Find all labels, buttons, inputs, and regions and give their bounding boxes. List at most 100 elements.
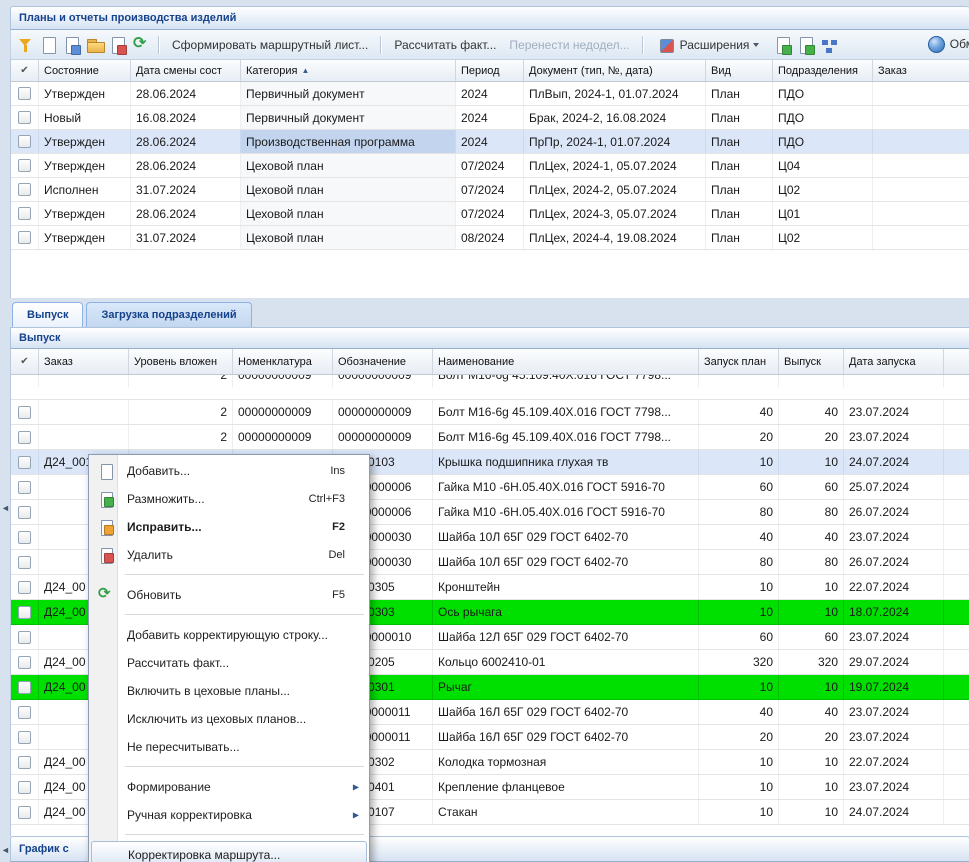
form-route-list-button[interactable]: Сформировать маршрутный лист... <box>167 38 373 52</box>
column-header-order[interactable]: Заказ <box>873 60 969 81</box>
menu-item[interactable]: Не пересчитывать... <box>91 733 367 761</box>
launch-date-cell: 24.07.2024 <box>844 800 944 824</box>
menu-item[interactable]: Исправить... F2 <box>91 513 367 541</box>
column-header-kind[interactable]: Вид <box>706 60 773 81</box>
menu-item[interactable]: Удалить Del <box>91 541 367 569</box>
checkbox[interactable] <box>18 581 31 594</box>
checkbox[interactable] <box>18 531 31 544</box>
checkbox[interactable] <box>18 87 31 100</box>
menu-item[interactable]: Исключить из цеховых планов... <box>91 705 367 733</box>
menu-item <box>91 829 367 841</box>
column-header-category[interactable]: Категория ▲ <box>241 60 456 81</box>
select-all-header[interactable]: ✔ <box>11 60 39 81</box>
collapse-left-icon[interactable]: ◄ <box>1 503 10 513</box>
menu-item-label: Формирование <box>127 780 337 794</box>
plan-row[interactable]: Новый 16.08.2024 Первичный документ 2024… <box>11 106 969 130</box>
plans-toolbar: Сформировать маршрутный лист... Рассчита… <box>10 30 969 60</box>
copy-doc-icon[interactable] <box>62 35 82 55</box>
checkbox[interactable] <box>18 506 31 519</box>
column-header-state[interactable]: Состояние <box>39 60 131 81</box>
menu-item[interactable]: Добавить корректирующую строку... <box>91 621 367 649</box>
calc-fact-button[interactable]: Рассчитать факт... <box>389 38 501 52</box>
checkbox[interactable] <box>18 183 31 196</box>
checkbox[interactable] <box>18 111 31 124</box>
checkbox[interactable] <box>18 159 31 172</box>
open-folder-icon[interactable] <box>85 35 105 55</box>
menu-item[interactable]: Ручная корректировка <box>91 801 367 829</box>
output-row[interactable]: 2 00000000009 00000000009 Болт М16-6g 45… <box>11 400 969 425</box>
checkbox[interactable] <box>18 706 31 719</box>
checkbox[interactable] <box>18 135 31 148</box>
output-row[interactable]: 2 00000000009 00000000009 Болт М16-6g 45… <box>11 425 969 450</box>
column-header-state-date[interactable]: Дата смены сост <box>131 60 241 81</box>
delete-doc-icon[interactable] <box>108 35 128 55</box>
checkbox[interactable] <box>18 556 31 569</box>
filler-cell <box>944 500 969 524</box>
menu-item[interactable]: Корректировка маршрута... <box>91 841 367 862</box>
state-cell: Новый <box>39 106 131 129</box>
column-header-name[interactable]: Наименование <box>433 349 699 374</box>
menu-item[interactable]: Рассчитать факт... <box>91 649 367 677</box>
select-all-header[interactable]: ✔ <box>11 349 39 374</box>
plan-qty-cell: 10 <box>699 750 779 774</box>
output-qty-cell: 10 <box>779 575 844 599</box>
plan-row[interactable]: Утвержден 28.06.2024 Производственная пр… <box>11 130 969 154</box>
tab-vypusk[interactable]: Выпуск <box>12 302 83 327</box>
checkbox[interactable] <box>18 631 31 644</box>
kind-cell: План <box>706 178 773 201</box>
filter-icon[interactable] <box>16 35 36 55</box>
checkbox[interactable] <box>18 456 31 469</box>
extensions-button[interactable]: Расширения <box>651 35 765 55</box>
category-cell: Цеховой план <box>241 154 456 177</box>
menu-item-label: Обновить <box>127 588 324 602</box>
refresh-icon[interactable] <box>131 35 151 55</box>
menu-item[interactable]: Обновить F5 <box>91 581 367 609</box>
checkbox[interactable] <box>18 656 31 669</box>
output-panel-header: Выпуск <box>10 327 969 349</box>
menu-item-icon <box>98 779 114 795</box>
menu-item[interactable]: Размножить... Ctrl+F3 <box>91 485 367 513</box>
checkbox[interactable] <box>18 207 31 220</box>
column-header-order[interactable]: Заказ <box>39 349 129 374</box>
exchange-button[interactable]: Обм <box>921 34 969 54</box>
checkbox[interactable] <box>18 231 31 244</box>
column-header-designation[interactable]: Обозначение <box>333 349 433 374</box>
new-doc-icon[interactable] <box>39 35 59 55</box>
checkbox[interactable] <box>18 756 31 769</box>
order-cell <box>873 82 969 105</box>
plan-row[interactable]: Утвержден 28.06.2024 Цеховой план 07/202… <box>11 154 969 178</box>
menu-item[interactable]: Включить в цеховые планы... <box>91 677 367 705</box>
checkbox[interactable] <box>18 806 31 819</box>
menu-item[interactable]: Формирование <box>91 773 367 801</box>
checkbox[interactable] <box>18 406 31 419</box>
globe-icon <box>926 34 946 54</box>
column-header-plan-qty[interactable]: Запуск план <box>699 349 779 374</box>
filler-cell <box>944 600 969 624</box>
column-header-department[interactable]: Подразделения <box>773 60 873 81</box>
output-row-partial[interactable]: 2 00000000009 00000000009 Болт М16-6g 45… <box>11 375 969 400</box>
import-doc-icon[interactable] <box>796 35 816 55</box>
collapse-bottom-icon[interactable]: ◄ <box>1 845 10 855</box>
plan-row[interactable]: Исполнен 31.07.2024 Цеховой план 07/2024… <box>11 178 969 202</box>
export-doc-icon[interactable] <box>773 35 793 55</box>
checkbox[interactable] <box>18 731 31 744</box>
plan-row[interactable]: Утвержден 31.07.2024 Цеховой план 08/202… <box>11 226 969 250</box>
checkbox[interactable] <box>18 681 31 694</box>
column-header-nomenclature[interactable]: Номенклатура <box>233 349 333 374</box>
checkbox[interactable] <box>18 781 31 794</box>
checkbox[interactable] <box>18 606 31 619</box>
column-header-document[interactable]: Документ (тип, №, дата) <box>524 60 706 81</box>
column-header-period[interactable]: Период <box>456 60 524 81</box>
org-chart-icon[interactable] <box>819 35 839 55</box>
plan-row[interactable]: Утвержден 28.06.2024 Первичный документ … <box>11 82 969 106</box>
tab-zagruzka-podrazdeleniy[interactable]: Загрузка подразделений <box>86 302 251 327</box>
column-header-launch-date[interactable]: Дата запуска <box>844 349 944 374</box>
order-cell <box>873 130 969 153</box>
plan-row[interactable]: Утвержден 28.06.2024 Цеховой план 07/202… <box>11 202 969 226</box>
kind-cell: План <box>706 130 773 153</box>
checkbox[interactable] <box>18 481 31 494</box>
menu-item[interactable]: Добавить... Ins <box>91 457 367 485</box>
column-header-level[interactable]: Уровень вложен <box>129 349 233 374</box>
column-header-output-qty[interactable]: Выпуск <box>779 349 844 374</box>
checkbox[interactable] <box>18 431 31 444</box>
